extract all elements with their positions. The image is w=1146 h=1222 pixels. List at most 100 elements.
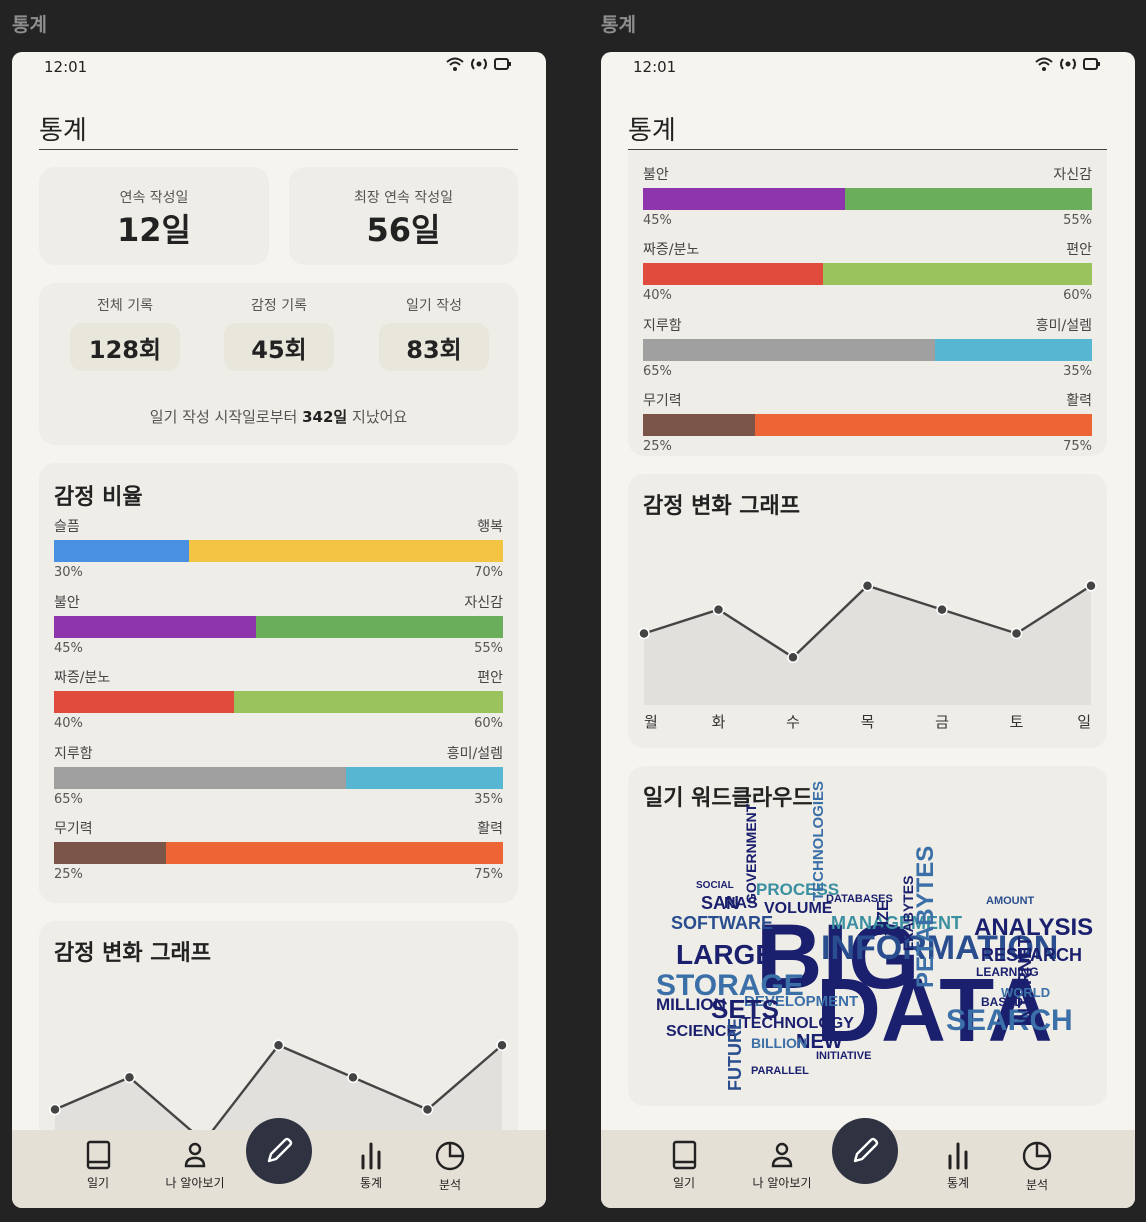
ratio-percents: 30% 70% [643,150,1092,152]
ratio-bar [643,338,1092,361]
ratio-bar-left [643,187,846,210]
ratio-percents: 45% 55% [643,213,1092,228]
ratio-left-percent: 40% [54,716,83,731]
count-diary: 일기 작성 83회 [379,295,489,371]
ratio-bar [643,187,1092,210]
nav-label: 통계 [359,1176,383,1190]
ratio-percents: 25% 75% [54,867,503,882]
phone-screen-right: 12:01 슬픔행복30%70%불안자신감45%55%짜증/분노편안40%60%… [601,52,1135,1208]
ratio-bar-right [755,414,1092,436]
chart-point [347,1071,359,1084]
battery-icon [1083,58,1100,70]
chart-point [496,1039,508,1051]
write-fab-button[interactable] [246,1118,312,1184]
chart-point [49,1103,61,1116]
chart-x-tick-label: 토 [1010,713,1024,731]
title-divider [39,149,518,150]
ratio-left-label: 슬픔 [54,519,80,535]
nav-item-analysis[interactable]: 분석 [410,1140,490,1193]
wordcloud-word: TECHNOLOGIES [810,780,827,901]
ratio-right-percent: 55% [474,640,503,656]
ratio-right-percent: 35% [1063,363,1092,379]
book-icon [672,1140,697,1170]
chart-point [936,603,948,616]
screen-label: 통계 [12,14,47,36]
wordcloud-word: DATABASES [826,893,893,905]
ratio-right-label: 활력 [1066,393,1092,409]
ratio-percents: 65% 35% [643,364,1092,379]
nav-item-about-me[interactable]: 나 알아보기 [742,1140,822,1191]
ratio-row: 짜증/분노 편안 40% 60% [643,239,1092,309]
nav-item-diary[interactable]: 일기 [58,1140,138,1191]
ratio-bar [54,540,503,562]
nav-item-stats[interactable]: 통계 [331,1140,411,1191]
nav-item-stats[interactable]: 통계 [918,1140,998,1191]
ratio-bar-left [54,842,167,864]
ratio-left-label: 무기력 [54,821,93,837]
wordcloud-word: MANAGEMENT [831,913,962,933]
nav-item-about-me[interactable]: 나 알아보기 [155,1140,235,1191]
ratio-left-percent: 30% [54,565,83,580]
ratio-left-label: 불안 [643,166,669,183]
ratio-left-percent: 65% [643,363,672,379]
wordcloud-word: SEARCH [946,1004,1073,1037]
nav-item-analysis[interactable]: 분석 [997,1140,1077,1193]
chart-point [421,1103,434,1116]
ratio-left-label: 무기력 [643,393,682,409]
ratio-labels: 짜증/분노 편안 [54,667,503,687]
ratio-bar [54,691,503,713]
ratio-percents: 40% 60% [54,716,503,731]
nav-label: 나 알아보기 [165,1176,225,1190]
record-count-card: 전체 기록 128회 감정 기록 45회 일기 작성 83회 일기 작성 시작일… [39,283,518,445]
ratio-bar-left [643,338,935,361]
chart-point [1085,580,1097,592]
ratio-labels: 무기력 활력 [643,390,1092,410]
nav-label: 분석 [438,1178,462,1192]
ratio-bar-right [345,766,503,789]
chart-x-tick-label: 목 [861,713,875,731]
wordcloud-word: INITIATIVE [816,1050,872,1062]
wordcloud-card: 일기 워드클라우드 BIG DATA INFORMATION STORAGE LARGE… [628,766,1107,1106]
ratio-bar [643,263,1092,285]
ratio-percents: 25% 75% [643,439,1092,454]
page-title: 통계 [628,116,676,146]
ratio-left-label: 지루함 [643,317,682,334]
ratio-bar-left [643,414,756,436]
wifi-icon [446,57,464,71]
count-label: 감정 기록 [251,298,307,314]
chart-point [1010,627,1023,640]
emotion-graph-card: 월 화 수 목 금 토 일 감정 변화 그래프 [628,474,1107,748]
bar-chart-icon [361,1142,381,1170]
ratio-left-label: 짜증/분노 [643,242,700,258]
streak-card-longest: 최장 연속 작성일 56일 [289,167,518,265]
ratio-bar-right [166,842,503,864]
wordcloud-word: VOLUME [764,900,833,917]
ratio-row: 슬픔행복30%70% [643,150,1092,158]
ratio-bar-left [643,263,823,285]
wordcloud-word: PARALLEL [751,1065,809,1077]
wordcloud-word: SOCIAL [696,880,734,891]
write-fab-button[interactable] [832,1118,898,1184]
ratio-right-percent: 55% [1063,212,1092,228]
nav-item-diary[interactable]: 일기 [644,1140,724,1191]
ratio-bar [54,766,503,789]
ratio-right-percent: 35% [474,791,503,807]
person-icon [771,1142,793,1168]
chart-x-tick-label: 금 [935,713,949,731]
ratio-right-label: 흥미/설렘 [446,745,503,762]
bottom-nav: 일기 나 알아보기 통계 분석 [12,1118,546,1208]
count-emotion: 감정 기록 45회 [224,295,334,371]
chart-point [861,580,874,592]
ratio-row: 불안 자신감 45% 55% [643,164,1092,234]
card-title: 감정 비율 [54,485,143,510]
bar-chart-icon [948,1142,968,1170]
count-total: 전체 기록 128회 [70,295,180,371]
wordcloud-word: LEARNING [976,965,1039,979]
ratio-row: 슬픔 행복 30% 70% [54,516,503,586]
ratio-right-percent: 70% [474,565,503,580]
bottom-nav: 일기 나 알아보기 통계 분석 [601,1118,1135,1208]
wordcloud-word: GOVERNMENT [743,803,759,904]
ratio-right-label: 행복 [477,519,503,535]
streak-label: 연속 작성일 [119,190,189,206]
ratio-left-percent: 30% [643,150,672,152]
